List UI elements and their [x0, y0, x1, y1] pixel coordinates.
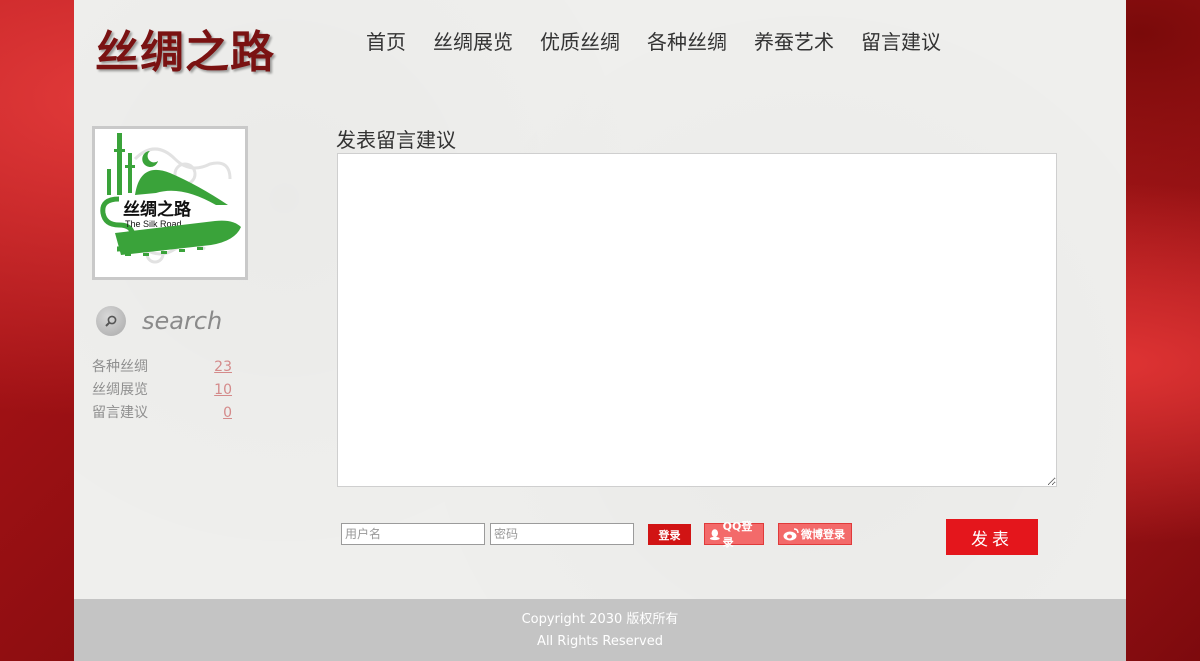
qq-login-label: QQ登录 — [722, 520, 753, 549]
emblem-title: 丝绸之路 — [123, 199, 192, 220]
list-item: 各种丝绸 23 — [92, 356, 232, 379]
category-name[interactable]: 丝绸展览 — [92, 379, 148, 402]
category-name[interactable]: 各种丝绸 — [92, 356, 148, 379]
list-item: 留言建议 0 — [92, 402, 232, 425]
site-logo[interactable]: 丝绸之路 — [95, 16, 275, 80]
category-list: 各种丝绸 23 丝绸展览 10 留言建议 0 — [92, 356, 232, 425]
silk-road-emblem: 丝绸之路 The Silk Road — [92, 126, 248, 280]
form-title: 发表留言建议 — [336, 128, 456, 152]
message-textarea[interactable] — [337, 153, 1057, 487]
category-count-link[interactable]: 23 — [214, 356, 232, 379]
search-label[interactable]: search — [142, 307, 222, 335]
footer-rights: All Rights Reserved — [537, 634, 663, 649]
nav-silk-types[interactable]: 各种丝绸 — [647, 26, 727, 55]
page-container: 丝绸之路 首页 丝绸展览 优质丝绸 各种丝绸 养蚕艺术 留言建议 丝绸之路 Th… — [74, 0, 1126, 661]
category-name[interactable]: 留言建议 — [92, 402, 148, 425]
nav-quality-silk[interactable]: 优质丝绸 — [540, 26, 620, 55]
search-box[interactable]: search — [96, 306, 222, 336]
qq-login-button[interactable]: QQ登录 — [704, 520, 764, 549]
nav-guestbook[interactable]: 留言建议 — [861, 26, 941, 55]
main-nav: 首页 丝绸展览 优质丝绸 各种丝绸 养蚕艺术 留言建议 — [366, 26, 941, 55]
password-input[interactable] — [490, 523, 634, 545]
list-item: 丝绸展览 10 — [92, 379, 232, 402]
nav-sericulture-art[interactable]: 养蚕艺术 — [754, 26, 834, 55]
login-button[interactable]: 登录 — [648, 524, 691, 545]
category-count-link[interactable]: 10 — [214, 379, 232, 402]
nav-silk-exhibition[interactable]: 丝绸展览 — [433, 26, 513, 55]
submit-button[interactable]: 发表 — [946, 519, 1038, 555]
search-icon[interactable] — [96, 306, 126, 336]
weibo-login-button[interactable]: 微博登录 — [778, 523, 852, 545]
footer-copyright: Copyright 2030 版权所有 — [521, 612, 679, 627]
username-input[interactable] — [341, 523, 485, 545]
weibo-icon — [783, 527, 799, 540]
silk-road-emblem-graphic: 丝绸之路 The Silk Road — [100, 133, 241, 264]
nav-home[interactable]: 首页 — [366, 26, 406, 55]
footer: Copyright 2030 版权所有 All Rights Reserved — [74, 599, 1126, 661]
qq-penguin-icon — [709, 528, 720, 540]
category-count-link[interactable]: 0 — [223, 402, 232, 425]
weibo-login-label: 微博登录 — [801, 528, 845, 541]
